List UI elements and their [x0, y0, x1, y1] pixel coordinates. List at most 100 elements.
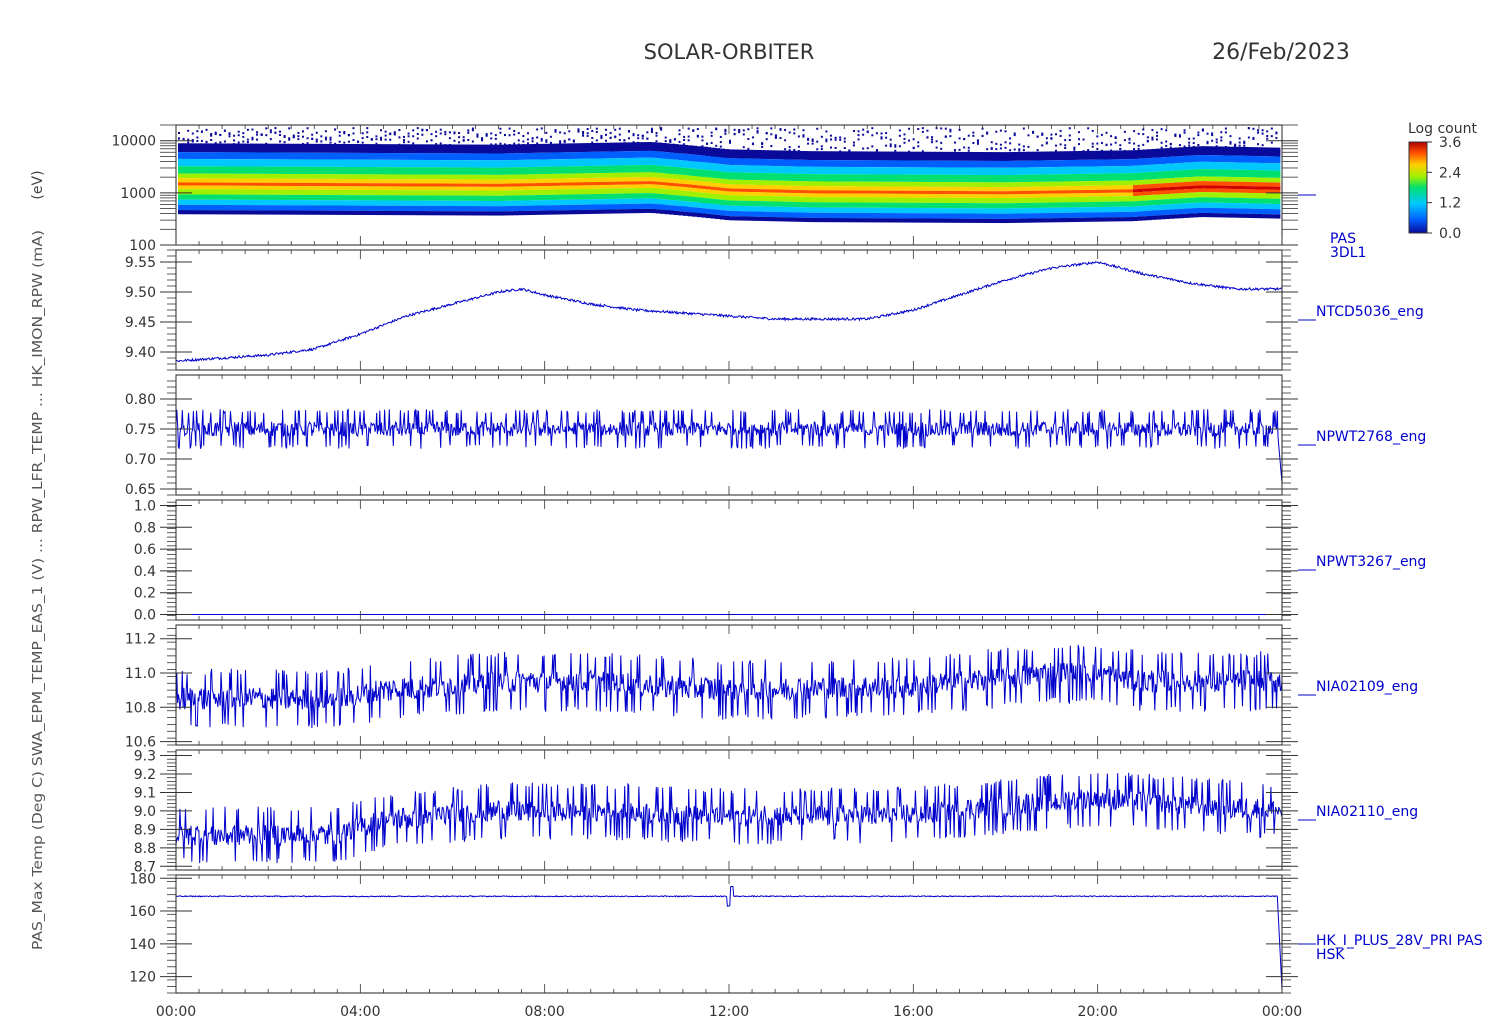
spectrogram-cell: [958, 167, 964, 175]
spectrogram-cell: [972, 186, 978, 192]
spectrogram-cell: [256, 166, 262, 174]
spectrogram-speckle: [269, 138, 272, 141]
spectrogram-cell: [210, 189, 216, 195]
spectrogram-cell: [1105, 185, 1111, 190]
spectrogram-speckle: [669, 140, 672, 143]
spectrogram-cell: [384, 195, 390, 201]
spectrogram-cell: [265, 159, 271, 167]
spectrogram-cell: [490, 144, 496, 154]
spectrogram-cell: [246, 194, 252, 200]
spectrogram-cell: [329, 200, 335, 206]
spectrogram-cell: [802, 207, 808, 213]
spectrogram-cell: [940, 213, 946, 219]
spectrogram-cell: [334, 143, 340, 153]
spectrogram-cell: [393, 186, 399, 191]
spectrogram-cell: [554, 182, 560, 186]
spectrogram-cell: [733, 216, 739, 221]
spectrogram-speckle: [1114, 141, 1117, 144]
spectrogram-cell: [1192, 202, 1198, 209]
spectrogram-speckle: [490, 132, 493, 135]
spectrogram-cell: [641, 181, 647, 185]
spectrogram-cell: [719, 204, 725, 211]
spectrogram-cell: [1110, 159, 1116, 167]
spectrogram-cell: [1128, 189, 1134, 193]
spectrogram-cell: [430, 174, 436, 180]
spectrogram-cell: [352, 152, 358, 160]
spectrogram-cell: [637, 165, 643, 173]
spectrogram-cell: [526, 179, 532, 184]
spectrogram-speckle: [618, 139, 621, 142]
spectrogram-cell: [655, 158, 661, 166]
spectrogram-speckle: [999, 143, 1002, 146]
spectrogram-cell: [467, 211, 473, 216]
spectrogram-cell: [242, 194, 248, 200]
spectrogram-cell: [398, 174, 404, 180]
spectrogram-cell: [425, 183, 431, 187]
spectrogram-cell: [260, 210, 266, 215]
spectrogram-cell: [375, 210, 381, 216]
spectrogram-cell: [660, 194, 666, 200]
spectrogram-cell: [380, 167, 386, 175]
spectrogram-cell: [623, 188, 629, 194]
spectrogram-cell: [1211, 197, 1217, 203]
spectrogram-cell: [274, 159, 280, 167]
spectrogram-cell: [269, 159, 275, 167]
spectrogram-cell: [324, 166, 330, 175]
spectrogram-cell: [889, 202, 895, 208]
spectrogram-speckle: [522, 140, 525, 143]
spectrogram-cell: [825, 181, 831, 187]
spectrogram-speckle: [1100, 133, 1103, 136]
spectrogram-cell: [715, 209, 721, 215]
spectrogram-cell: [1105, 159, 1111, 167]
spectrogram-cell: [940, 208, 946, 214]
spectrogram-cell: [407, 144, 413, 154]
y-tick-label: 0.80: [125, 392, 156, 408]
spectrogram-cell: [825, 207, 831, 213]
spectrogram-cell: [1215, 213, 1221, 218]
spectrogram-speckle: [1146, 140, 1149, 143]
spectrogram-cell: [719, 199, 725, 205]
spectrogram-cell: [807, 159, 813, 167]
spectrogram-cell: [453, 195, 459, 201]
spectrogram-speckle: [490, 137, 493, 140]
spectrogram-cell: [1110, 150, 1116, 160]
spectrogram-cell: [1128, 150, 1134, 160]
spectrogram-cell: [595, 151, 601, 159]
spectrogram-cell: [1252, 156, 1258, 163]
spectrogram-cell: [816, 193, 822, 198]
spectrogram-cell: [1234, 203, 1240, 209]
spectrogram-cell: [407, 205, 413, 212]
spectrogram-cell: [467, 144, 473, 154]
spectrogram-cell: [834, 218, 840, 223]
spectrogram-speckle: [857, 138, 860, 141]
spectrogram-cell: [1169, 204, 1175, 210]
spectrogram-cell: [1174, 186, 1180, 190]
spectrogram-cell: [347, 152, 353, 160]
spectrogram-cell: [958, 191, 964, 195]
spectrogram-cell: [435, 205, 441, 212]
spectrogram-cell: [522, 195, 528, 201]
spectrogram-speckle: [357, 144, 360, 147]
spectrogram-cell: [549, 173, 555, 179]
spectrogram-cell: [1211, 185, 1217, 189]
spectrogram-cell: [632, 172, 638, 178]
spectrogram-cell: [999, 182, 1005, 188]
spectrogram-cell: [921, 186, 927, 191]
spectrogram-cell: [614, 198, 620, 205]
spectrogram-cell: [471, 179, 477, 184]
spectrogram-cell: [940, 160, 946, 168]
spectrogram-cell: [490, 211, 496, 216]
spectrogram-cell: [214, 166, 220, 174]
spectrogram-speckle: [1059, 143, 1062, 146]
spectrogram-cell: [572, 158, 578, 167]
spectrogram-cell: [334, 210, 340, 215]
spectrogram-cell: [228, 194, 234, 200]
spectrogram-cell: [297, 200, 303, 206]
spectrogram-cell: [655, 181, 661, 185]
spectrogram-cell: [540, 159, 546, 167]
spectrogram-cell: [357, 200, 363, 206]
spectrogram-cell: [788, 180, 794, 186]
spectrogram-cell: [517, 179, 523, 184]
spectrogram-cell: [233, 185, 239, 190]
spectrogram-cell: [1266, 147, 1272, 157]
